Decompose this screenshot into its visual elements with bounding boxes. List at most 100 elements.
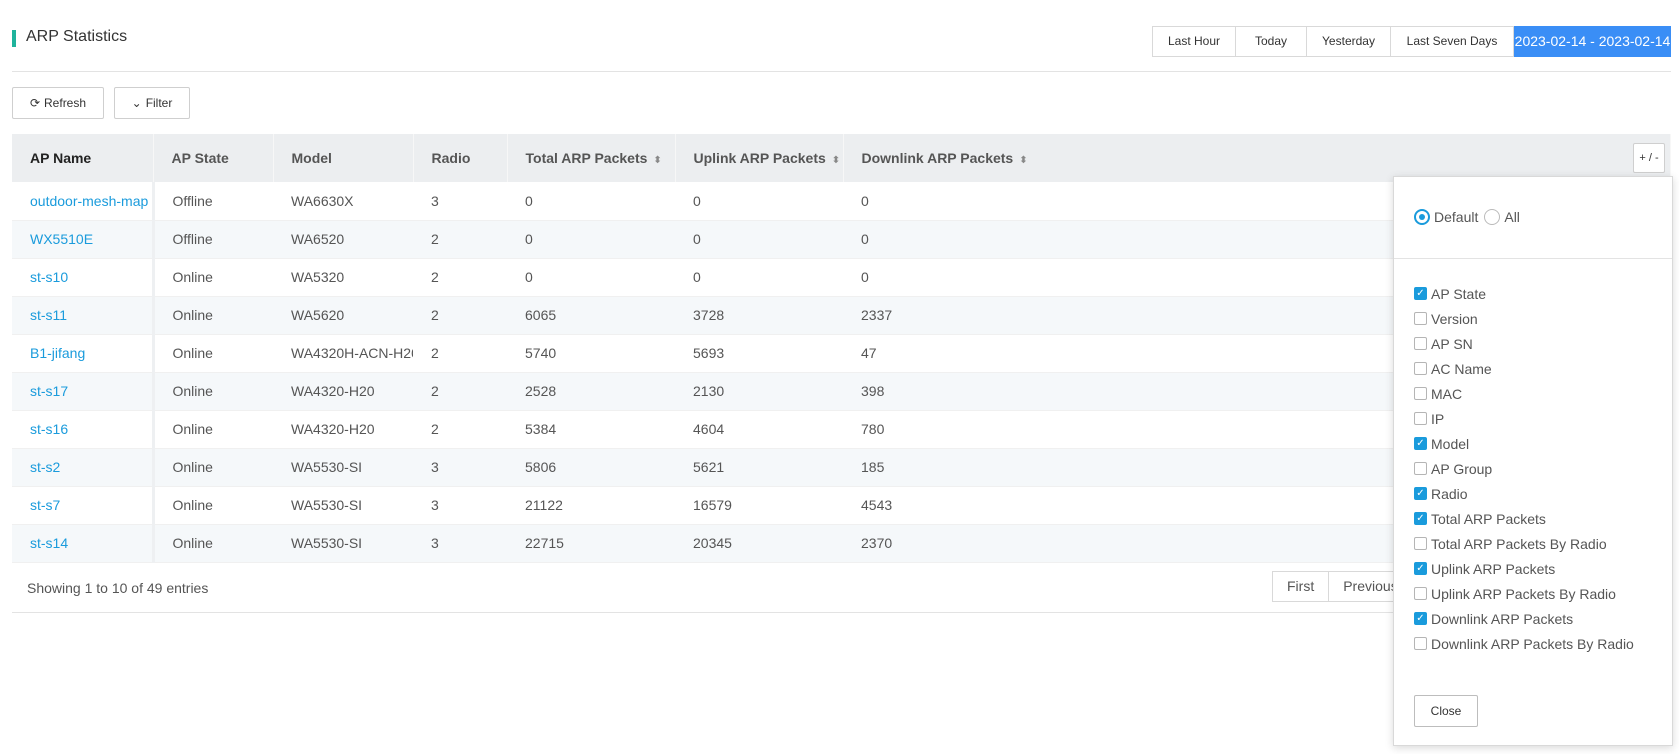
cell-total-arp: 5740 — [507, 334, 675, 373]
sort-icon[interactable]: ⬍ — [653, 155, 661, 166]
page-header: ARP Statistics Last Hour Today Yesterday… — [12, 26, 1671, 72]
ap-name-link[interactable]: WX5510E — [30, 231, 93, 247]
cell-model: WA4320-H20 — [273, 372, 413, 411]
cell-radio: 2 — [413, 296, 507, 335]
col-header-downlink-arp[interactable]: Downlink ARP Packets ⬍ — [843, 134, 1671, 182]
ap-name-link[interactable]: st-s16 — [30, 421, 68, 437]
column-option[interactable]: ✓ Radio — [1414, 481, 1634, 506]
ap-name-link[interactable]: st-s14 — [30, 535, 68, 551]
cell-uplink-arp: 2130 — [675, 372, 843, 411]
col-header-model[interactable]: Model — [273, 134, 414, 182]
column-option-label: Total ARP Packets By Radio — [1431, 535, 1607, 552]
cell-radio: 2 — [413, 258, 507, 297]
ap-name-link[interactable]: st-s10 — [30, 269, 68, 285]
cell-ap-name: st-s14 — [12, 524, 155, 563]
time-range-group: Last Hour Today Yesterday Last Seven Day… — [1152, 26, 1671, 57]
column-option[interactable]: Version — [1414, 306, 1634, 331]
mode-all-label[interactable]: All — [1504, 209, 1520, 225]
title-accent-bar — [12, 30, 16, 47]
cell-model: WA5530-SI — [273, 448, 413, 487]
close-button[interactable]: Close — [1414, 695, 1478, 727]
cell-total-arp: 5806 — [507, 448, 675, 487]
col-header-ap-name[interactable]: AP Name — [12, 134, 154, 182]
checkbox-checked-icon[interactable]: ✓ — [1414, 437, 1427, 450]
column-option-label: Model — [1431, 435, 1470, 452]
cell-radio: 2 — [413, 372, 507, 411]
column-option-label: AP SN — [1431, 335, 1473, 352]
column-option[interactable]: ✓ Uplink ARP Packets — [1414, 556, 1634, 581]
col-header-radio[interactable]: Radio — [413, 134, 508, 182]
cell-radio: 3 — [413, 524, 507, 563]
mode-default-radio[interactable] — [1414, 209, 1430, 225]
column-option[interactable]: Total ARP Packets By Radio — [1414, 531, 1634, 556]
column-option[interactable]: AC Name — [1414, 356, 1634, 381]
column-option[interactable]: Uplink ARP Packets By Radio — [1414, 581, 1634, 606]
checkbox-icon[interactable] — [1414, 387, 1427, 400]
cell-uplink-arp: 3728 — [675, 296, 843, 335]
range-today-button[interactable]: Today — [1236, 26, 1307, 57]
col-header-uplink-arp[interactable]: Uplink ARP Packets ⬍ — [675, 134, 844, 182]
cell-total-arp: 0 — [507, 258, 675, 297]
checkbox-checked-icon[interactable]: ✓ — [1414, 612, 1427, 625]
checkbox-icon[interactable] — [1414, 362, 1427, 375]
cell-model: WA6520 — [273, 220, 413, 259]
checkbox-icon[interactable] — [1414, 637, 1427, 650]
mode-default-label[interactable]: Default — [1434, 209, 1478, 225]
filter-button[interactable]: ⌄ Filter — [114, 87, 190, 119]
column-option[interactable]: Downlink ARP Packets By Radio — [1414, 631, 1634, 656]
column-option-label: Downlink ARP Packets By Radio — [1431, 635, 1634, 652]
ap-name-link[interactable]: st-s2 — [30, 459, 60, 475]
col-header-total-arp[interactable]: Total ARP Packets ⬍ — [507, 134, 676, 182]
ap-name-link[interactable]: st-s11 — [30, 307, 67, 323]
checkbox-icon[interactable] — [1414, 412, 1427, 425]
col-header-ap-state[interactable]: AP State — [153, 134, 274, 182]
refresh-icon: ⟳ — [29, 96, 41, 110]
checkbox-icon[interactable] — [1414, 312, 1427, 325]
sort-icon[interactable]: ⬍ — [832, 155, 840, 166]
cell-radio: 2 — [413, 410, 507, 449]
checkbox-checked-icon[interactable]: ✓ — [1414, 287, 1427, 300]
checkbox-icon[interactable] — [1414, 537, 1427, 550]
cell-ap-state: Online — [153, 296, 273, 335]
column-option[interactable]: IP — [1414, 406, 1634, 431]
column-option-label: AC Name — [1431, 360, 1492, 377]
column-option-label: Uplink ARP Packets By Radio — [1431, 585, 1616, 602]
sort-icon[interactable]: ⬍ — [1019, 155, 1027, 166]
checkbox-icon[interactable] — [1414, 337, 1427, 350]
checkbox-icon[interactable] — [1414, 462, 1427, 475]
ap-name-link[interactable]: outdoor-mesh-map — [30, 193, 148, 209]
cell-model: WA5620 — [273, 296, 413, 335]
pager-first-button[interactable]: First — [1272, 571, 1330, 602]
cell-ap-name: outdoor-mesh-map — [12, 182, 155, 221]
checkbox-checked-icon[interactable]: ✓ — [1414, 562, 1427, 575]
column-option[interactable]: ✓ AP State — [1414, 281, 1634, 306]
toolbar: ⟳ Refresh ⌄ Filter — [12, 87, 190, 119]
column-option-label: AP Group — [1431, 460, 1493, 477]
checkbox-checked-icon[interactable]: ✓ — [1414, 512, 1427, 525]
column-option[interactable]: AP SN — [1414, 331, 1634, 356]
column-option[interactable]: ✓ Model — [1414, 431, 1634, 456]
column-option[interactable]: ✓ Downlink ARP Packets — [1414, 606, 1634, 631]
column-options-list: ✓ AP State Version AP SN AC Name MAC IP ✓ Model A… — [1414, 281, 1634, 656]
ap-name-link[interactable]: st-s7 — [30, 497, 60, 513]
cell-ap-name: st-s7 — [12, 486, 155, 525]
cell-uplink-arp: 0 — [675, 182, 843, 221]
column-option[interactable]: ✓ Total ARP Packets — [1414, 506, 1634, 531]
checkbox-checked-icon[interactable]: ✓ — [1414, 487, 1427, 500]
ap-name-link[interactable]: st-s17 — [30, 383, 68, 399]
mode-all-radio[interactable] — [1484, 209, 1501, 225]
range-last-hour-button[interactable]: Last Hour — [1152, 26, 1236, 57]
refresh-button[interactable]: ⟳ Refresh — [12, 87, 104, 119]
column-option[interactable]: MAC — [1414, 381, 1634, 406]
refresh-label: Refresh — [44, 96, 87, 110]
cell-uplink-arp: 4604 — [675, 410, 843, 449]
column-option[interactable]: AP Group — [1414, 456, 1634, 481]
date-range-picker[interactable]: 2023-02-14 - 2023-02-14 — [1514, 26, 1671, 57]
range-last-seven-days-button[interactable]: Last Seven Days — [1391, 26, 1514, 57]
range-yesterday-button[interactable]: Yesterday — [1307, 26, 1391, 57]
checkbox-icon[interactable] — [1414, 587, 1427, 600]
cell-uplink-arp: 16579 — [675, 486, 843, 525]
ap-name-link[interactable]: B1-jifang — [30, 345, 85, 361]
table-header-row: AP Name AP State Model Radio Total ARP P… — [12, 134, 1671, 182]
column-toggle-button[interactable]: + / - — [1633, 143, 1665, 173]
